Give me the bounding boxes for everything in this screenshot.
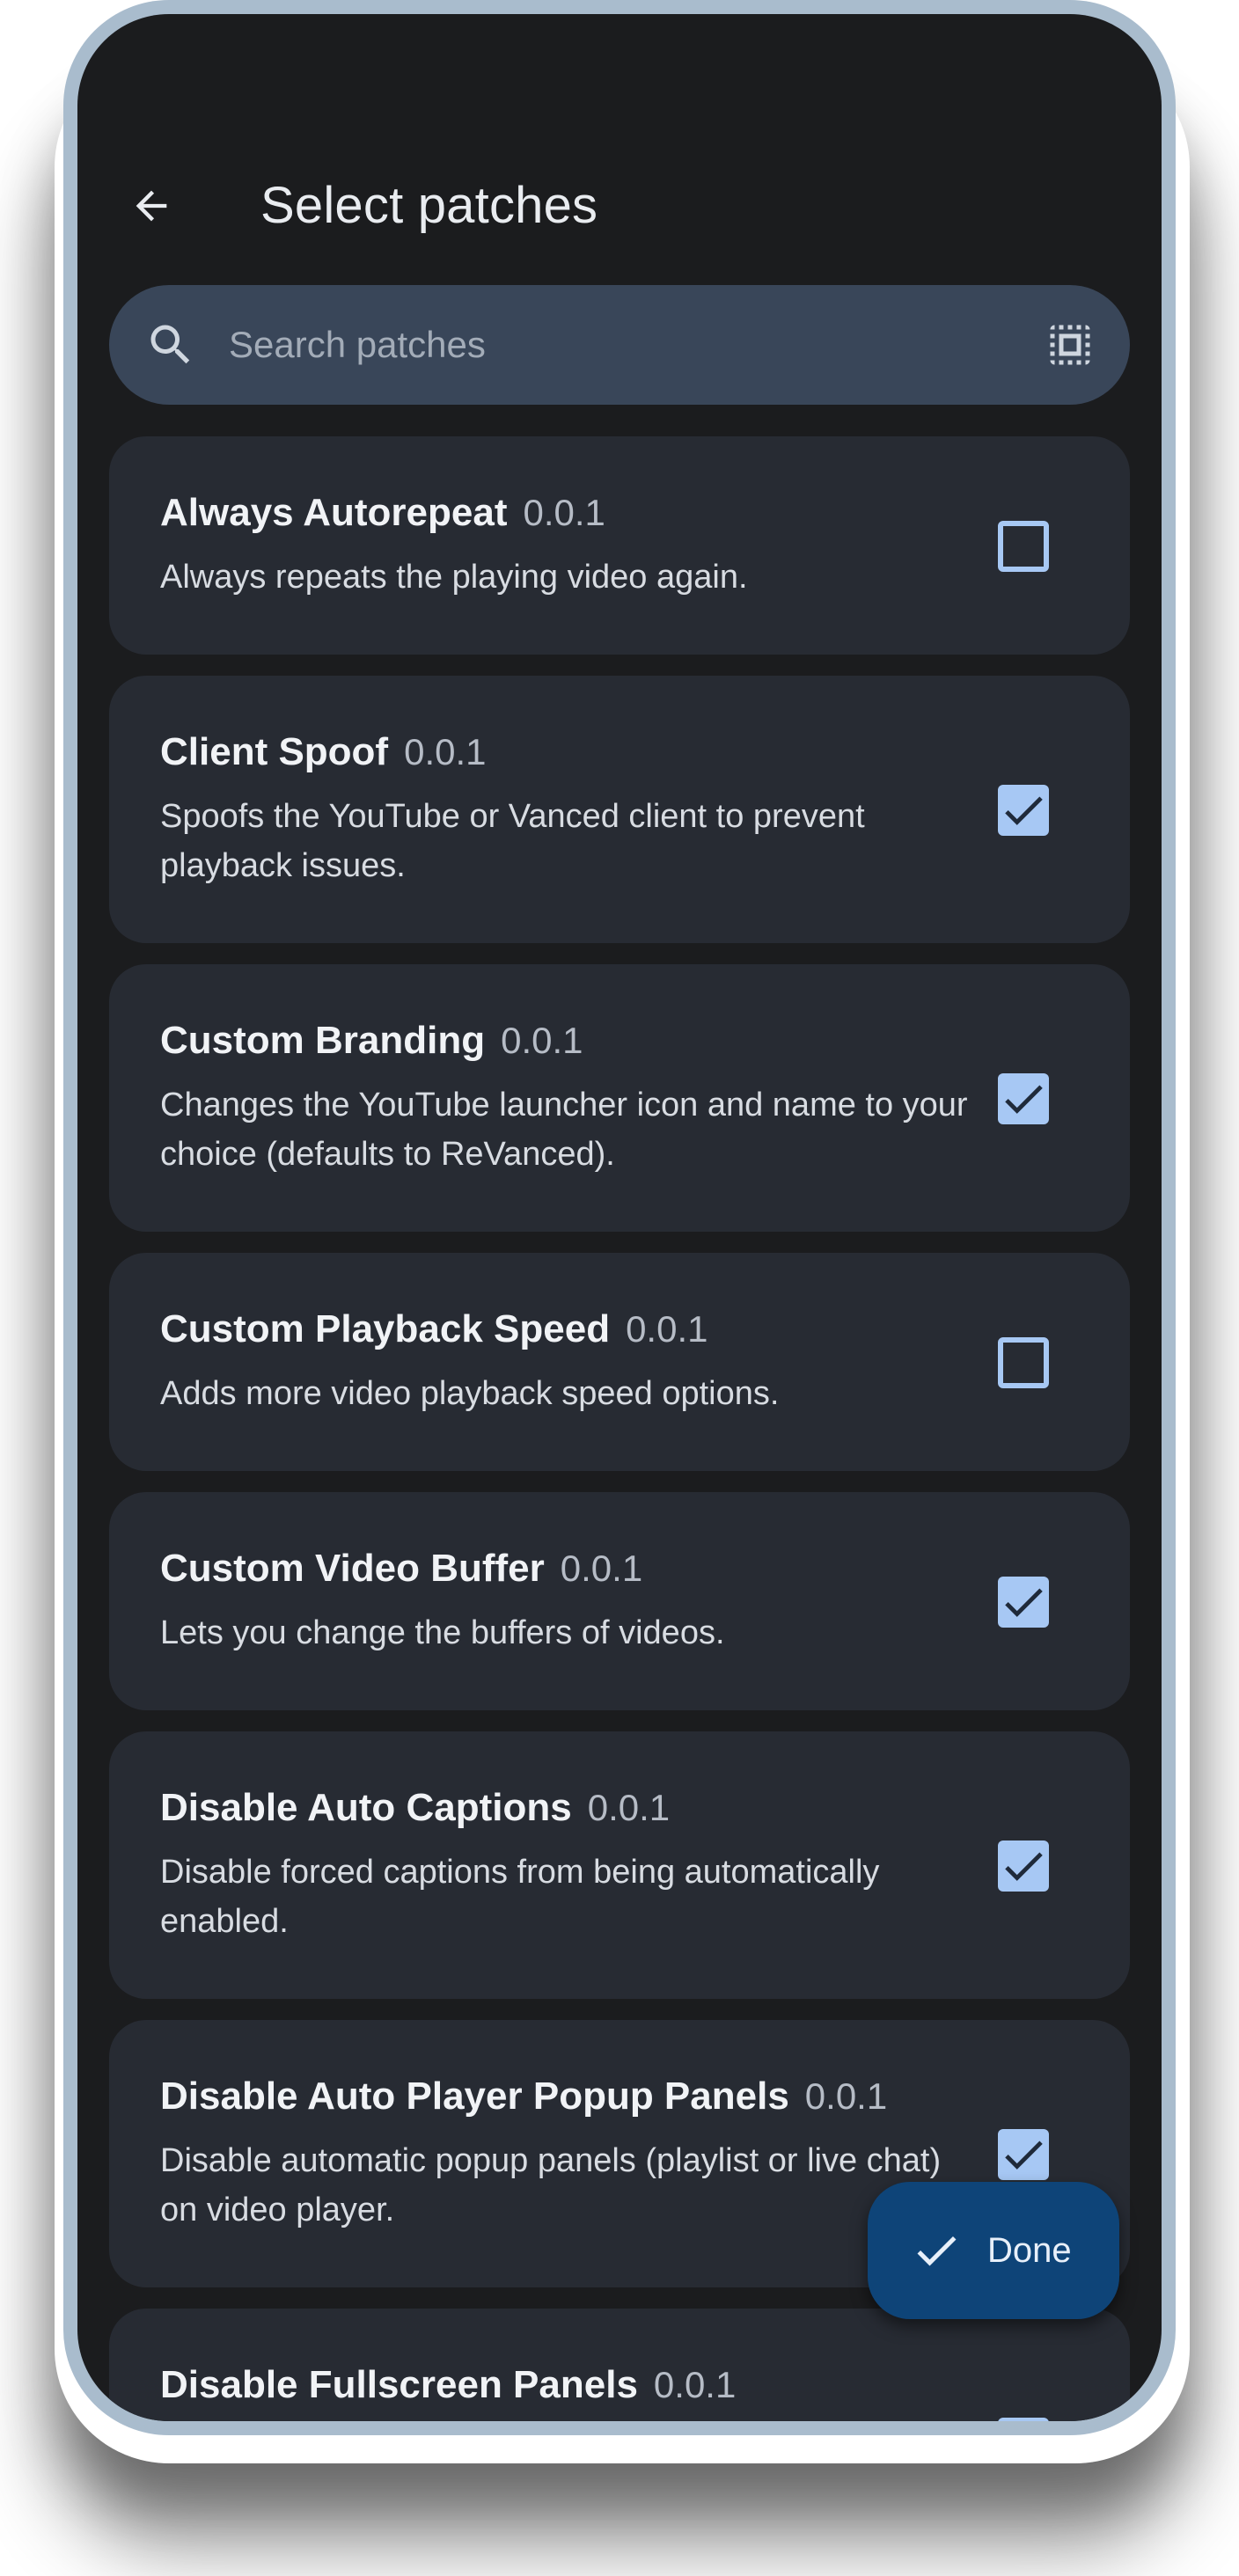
patch-version: 0.0.1 (804, 2075, 888, 2117)
patch-version: 0.0.1 (523, 492, 605, 533)
patch-title-row: Client Spoof 0.0.1 (160, 730, 487, 774)
patch-name: Client Spoof (160, 730, 389, 773)
patch-description: Spoofs the YouTube or Vanced client to p… (160, 798, 865, 884)
patch-description: Disable forced captions from being autom… (160, 1854, 880, 1940)
check-icon (998, 2418, 1049, 2421)
check-icon (1005, 1588, 1043, 1617)
patch-title-row: Always Autorepeat 0.0.1 (160, 491, 605, 535)
app-screen: Select patches Always Autorepeat0.0.1Alw… (77, 14, 1162, 2421)
patch-description: Adds more video playback speed options. (160, 1375, 780, 1412)
done-button[interactable]: Done (868, 2182, 1119, 2319)
search-input[interactable] (229, 285, 1003, 405)
check-icon (1005, 2141, 1043, 2170)
patch-item[interactable]: Custom Video Buffer 0.0.1 Lets you change … (109, 1492, 1130, 1710)
patch-checkbox[interactable] (998, 1073, 1049, 1124)
patch-description: Changes the YouTube launcher icon and na… (160, 1087, 968, 1173)
search-bar[interactable] (109, 285, 1130, 405)
patch-version: 0.0.1 (587, 1787, 671, 1828)
patch-item[interactable]: Disable Fullscreen Panels 0.0.1 (109, 2309, 1130, 2421)
patch-version: 0.0.1 (653, 2364, 737, 2405)
patch-title-row: Custom Video Buffer 0.0.1 (160, 1547, 642, 1591)
patch-item[interactable]: Custom Playback Speed 0.0.1 Adds more vide… (109, 1253, 1130, 1471)
patch-version: 0.0.1 (560, 1548, 643, 1589)
patch-name: Custom Video Buffer (160, 1547, 545, 1590)
patch-item[interactable]: Client Spoof 0.0.1 Spoofs the YouTube or V… (109, 676, 1130, 943)
patch-description: Disable automatic popup panels (playlist… (160, 2142, 942, 2228)
select-all-icon[interactable] (1044, 318, 1096, 371)
patch-checkbox[interactable] (998, 1841, 1049, 1892)
patch-checkbox[interactable] (998, 1577, 1049, 1628)
patch-title-row: Custom Playback Speed 0.0.1 (160, 1307, 708, 1351)
patch-checkbox[interactable] (998, 521, 1049, 572)
check-icon (1005, 1852, 1043, 1881)
patch-description: Always repeats the playing video again. (160, 559, 748, 596)
patch-title-row: Disable Fullscreen Panels 0.0.1 (160, 2363, 736, 2407)
patch-title-row: Disable Auto Player Popup Panels 0.0.1 (160, 2075, 887, 2119)
patch-checkbox[interactable] (998, 785, 1049, 836)
patch-item[interactable]: Always Autorepeat 0.0.1 Always repeats the… (109, 436, 1130, 655)
patch-name: Disable Auto Player Popup Panels (160, 2075, 789, 2118)
patch-name: Custom Branding (160, 1019, 486, 1062)
patch-item[interactable]: Custom Branding 0.0.1 Changes the YouTube … (109, 964, 1130, 1232)
patch-title-row: Custom Branding 0.0.1 (160, 1019, 583, 1063)
arrow-back-icon (136, 190, 167, 222)
top-app-bar: Select patches (77, 146, 1162, 269)
patch-version: 0.0.1 (501, 1020, 583, 1061)
back-button[interactable] (116, 171, 187, 241)
patch-title-row: Disable Auto Captions 0.0.1 (160, 1786, 670, 1830)
check-icon (1005, 1085, 1043, 1114)
patch-checkbox[interactable] (998, 2129, 1049, 2180)
patch-checkbox[interactable] (998, 1337, 1049, 1388)
done-button-label: Done (987, 2231, 1072, 2270)
patch-version: 0.0.1 (626, 1308, 708, 1350)
patch-name: Disable Fullscreen Panels (160, 2363, 638, 2406)
patch-name: Custom Playback Speed (160, 1307, 611, 1350)
check-icon (917, 2236, 957, 2266)
patch-version: 0.0.1 (404, 731, 487, 772)
check-icon (1005, 796, 1043, 825)
page-title: Select patches (260, 177, 598, 234)
patch-name: Always Autorepeat (160, 491, 508, 534)
patch-description: Lets you change the buffers of videos. (160, 1614, 725, 1651)
canvas: Select patches Always Autorepeat0.0.1Alw… (0, 0, 1239, 2576)
patch-name: Disable Auto Captions (160, 1786, 572, 1829)
patch-checkbox[interactable] (998, 2418, 1049, 2421)
patch-item[interactable]: Disable Auto Captions 0.0.1 Disable forced… (109, 1731, 1130, 1999)
search-icon (150, 325, 190, 364)
